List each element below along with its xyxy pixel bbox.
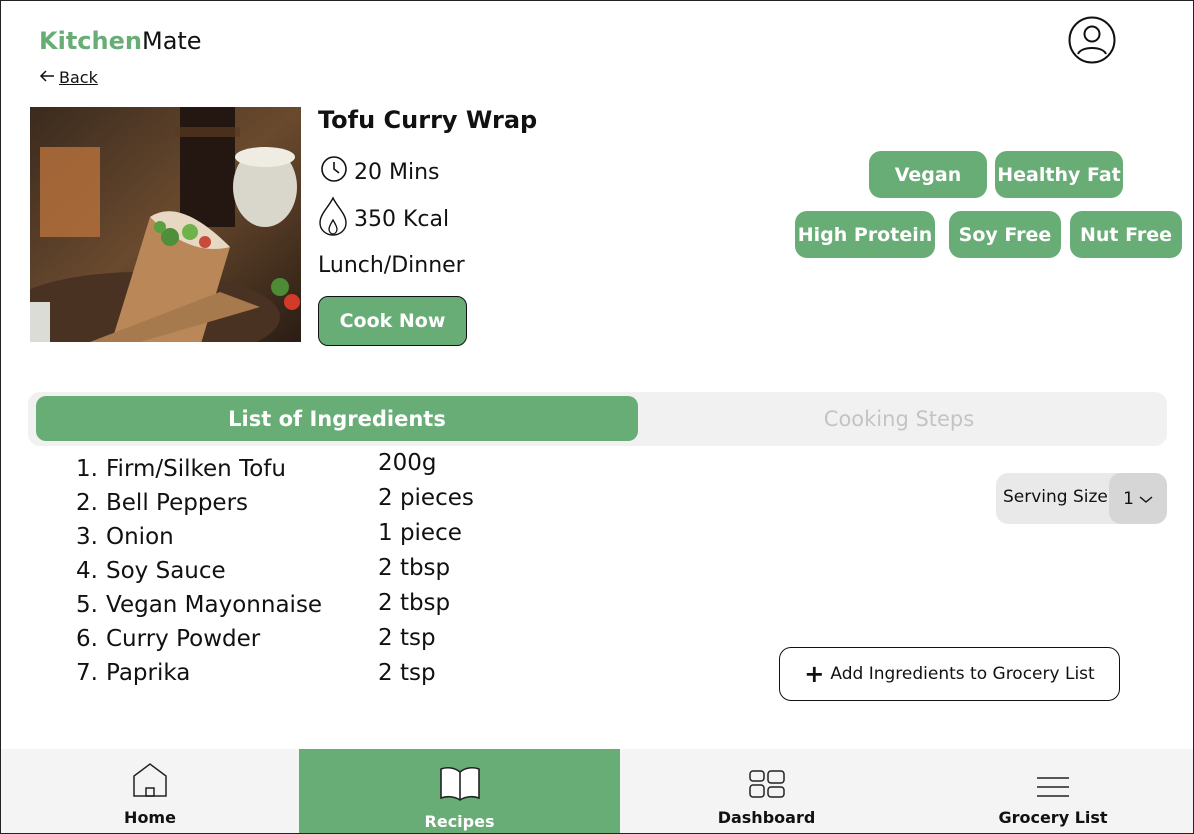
- back-link[interactable]: Back: [39, 68, 98, 87]
- tab-cooking-steps[interactable]: Cooking Steps: [639, 396, 1159, 441]
- ingredient-number: 1.: [76, 456, 98, 482]
- ingredient-number: 4.: [76, 558, 98, 584]
- ingredient-quantity: 200g: [378, 450, 437, 476]
- recipe-calories: 350 Kcal: [318, 196, 449, 242]
- nav-grocery-list-label: Grocery List: [998, 808, 1108, 827]
- ingredient-number: 2.: [76, 490, 98, 516]
- meal-type: Lunch/Dinner: [318, 253, 465, 278]
- logo-mate: Mate: [141, 27, 202, 55]
- ingredient-item: 2. Bell Peppers: [76, 490, 248, 516]
- serving-size-control: Serving Size 1: [996, 473, 1167, 524]
- nav-recipes[interactable]: Recipes: [299, 749, 620, 833]
- serving-size-select[interactable]: 1: [1109, 473, 1167, 524]
- bottom-nav: Home Recipes Dashboard Grocery List: [1, 749, 1193, 833]
- serving-size-value: 1: [1123, 488, 1134, 509]
- logo-kitchen: Kitchen: [39, 27, 142, 55]
- ingredient-item: 4. Soy Sauce: [76, 558, 226, 584]
- ingredient-name: Onion: [106, 524, 174, 550]
- ingredient-name: Paprika: [106, 660, 191, 686]
- chevron-down-icon: [1139, 489, 1153, 509]
- ingredient-quantity: 2 tsp: [378, 660, 436, 686]
- back-label: Back: [59, 68, 98, 87]
- recipe-photo: [30, 107, 301, 342]
- ingredient-item: 3. Onion: [76, 524, 174, 550]
- serving-size-label: Serving Size: [1003, 487, 1108, 507]
- add-to-grocery-label: Add Ingredients to Grocery List: [830, 664, 1095, 684]
- arrow-left-icon: [39, 68, 55, 87]
- ingredient-number: 7.: [76, 660, 98, 686]
- plus-icon: +: [804, 660, 825, 688]
- nav-dashboard[interactable]: Dashboard: [620, 749, 913, 833]
- ingredient-quantity: 1 piece: [378, 520, 462, 546]
- tag-high-protein: High Protein: [795, 211, 935, 258]
- ingredient-item: 1. Firm/Silken Tofu: [76, 456, 286, 482]
- user-avatar-icon[interactable]: [1068, 16, 1116, 64]
- recipe-title: Tofu Curry Wrap: [318, 106, 538, 134]
- ingredient-quantity: 2 tsp: [378, 625, 436, 651]
- ingredient-item: 5. Vegan Mayonnaise: [76, 592, 322, 618]
- tab-ingredients[interactable]: List of Ingredients: [36, 396, 638, 441]
- cook-now-button[interactable]: Cook Now: [318, 296, 467, 346]
- home-icon: [132, 762, 168, 808]
- tag-vegan: Vegan: [869, 151, 987, 198]
- ingredient-number: 6.: [76, 626, 98, 652]
- time-value: 20 Mins: [354, 159, 440, 185]
- clock-icon: [320, 155, 348, 189]
- ingredient-item: 6. Curry Powder: [76, 626, 260, 652]
- ingredient-number: 5.: [76, 592, 98, 618]
- nav-recipes-label: Recipes: [424, 812, 495, 831]
- calories-value: 350 Kcal: [354, 206, 450, 232]
- ingredient-quantity: 2 tbsp: [378, 590, 451, 616]
- ingredient-name: Vegan Mayonnaise: [106, 592, 323, 618]
- tag-soy-free: Soy Free: [949, 211, 1061, 258]
- nav-home[interactable]: Home: [1, 749, 299, 833]
- dashboard-icon: [748, 770, 785, 808]
- ingredient-name: Curry Powder: [106, 626, 261, 652]
- tag-healthy-fat: Healthy Fat: [995, 151, 1123, 198]
- nav-grocery-list[interactable]: Grocery List: [913, 749, 1193, 833]
- ingredient-name: Soy Sauce: [106, 558, 226, 584]
- tag-nut-free: Nut Free: [1070, 211, 1182, 258]
- recipe-tabs: List of Ingredients Cooking Steps: [28, 392, 1167, 446]
- add-to-grocery-button[interactable]: + Add Ingredients to Grocery List: [779, 647, 1120, 701]
- book-icon: [439, 764, 481, 812]
- ingredient-number: 3.: [76, 524, 98, 550]
- ingredient-name: Firm/Silken Tofu: [106, 456, 286, 482]
- ingredient-quantity: 2 tbsp: [378, 555, 451, 581]
- recipe-time: 20 Mins: [320, 155, 440, 189]
- nav-home-label: Home: [124, 808, 176, 827]
- ingredient-quantity: 2 pieces: [378, 485, 474, 511]
- nav-dashboard-label: Dashboard: [717, 808, 816, 827]
- ingredient-name: Bell Peppers: [106, 490, 249, 516]
- flame-icon: [318, 196, 348, 242]
- menu-lines-icon: [1036, 776, 1070, 808]
- ingredient-item: 7. Paprika: [76, 660, 190, 686]
- app-logo: KitchenMate: [39, 27, 202, 55]
